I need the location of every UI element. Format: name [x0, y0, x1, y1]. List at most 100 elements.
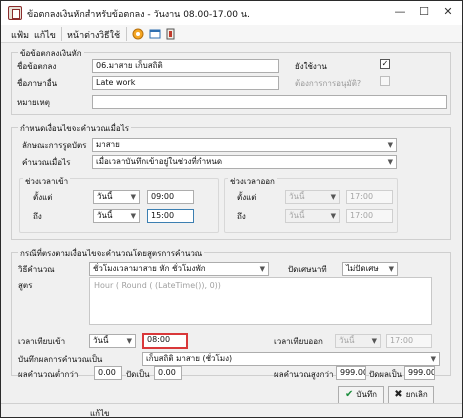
- chevron-down-icon: ▼: [430, 355, 436, 363]
- status-text: แก้ไข: [90, 409, 110, 418]
- rounding-select[interactable]: ไม่ปัดเศษ ▼: [342, 262, 398, 276]
- general-group: ข้อข้อตกลงเงินหัก ชื่อข้อตกลง 06.มาสาย เ…: [11, 47, 451, 115]
- name-field[interactable]: 06.มาสาย เก็บสถิติ: [92, 59, 279, 73]
- status-bar: แก้ไข: [1, 403, 462, 418]
- form-content: ข้อข้อตกลงเงินหัก ชื่อข้อตกลง 06.มาสาย เ…: [5, 44, 458, 404]
- out-to-day-select[interactable]: วันนี้ ▼: [285, 209, 340, 223]
- app-window: ข้อตกลงเงินหักสำหรับข้อตกลง - วันงาน 08.…: [0, 0, 463, 418]
- menu-edit[interactable]: แก้ไข: [34, 28, 56, 42]
- name-label: ชื่อข้อตกลง: [17, 62, 57, 71]
- max-label: ผลคำนวณสูงกว่า: [274, 368, 334, 381]
- cancel-button-label: ยกเลิก: [405, 390, 428, 399]
- out-to-time-field[interactable]: 17:00: [346, 209, 393, 223]
- compare-out-day-select[interactable]: วันนี้ ▼: [335, 334, 381, 348]
- in-to-time-field[interactable]: 15:00: [147, 209, 194, 223]
- in-to-day-value: วันนี้: [97, 211, 113, 220]
- chevron-down-icon: ▼: [387, 158, 393, 166]
- in-from-day-value: วันนี้: [97, 192, 113, 201]
- save-as-label: บันทึกผลการคำนวณเป็น: [18, 355, 103, 364]
- method-label: วิธีคำนวณ: [18, 265, 55, 274]
- card-type-label: ลักษณะการรูดบัตร: [22, 141, 87, 150]
- door-exit-icon[interactable]: [165, 28, 177, 40]
- chevron-down-icon: ▼: [371, 337, 377, 345]
- save-button[interactable]: ✔ บันทึก: [338, 386, 384, 404]
- chevron-down-icon: ▼: [130, 193, 136, 201]
- compare-in-time-field[interactable]: 08:00: [142, 333, 188, 349]
- approval-checkbox[interactable]: [380, 76, 390, 86]
- minimize-icon[interactable]: —: [388, 3, 412, 21]
- calc-when-value: เมื่อเวลาบันทึกเข้าอยู่ในช่วงที่กำหนด: [96, 157, 223, 166]
- max-round-label: ปัดผลเป็น: [369, 368, 403, 381]
- approval-label: ต้องการการอนุมัติ?: [295, 79, 362, 88]
- menu-separator: [61, 27, 62, 41]
- close-x-icon: ✖: [394, 389, 403, 400]
- window-icon[interactable]: [149, 28, 161, 40]
- max-field[interactable]: 999.00: [336, 366, 366, 380]
- out-to-label: ถึง: [237, 212, 246, 221]
- maximize-icon[interactable]: ☐: [412, 3, 436, 21]
- compare-out-time-field[interactable]: 17:00: [386, 334, 432, 348]
- compare-in-label: เวลาเทียบเข้า: [18, 337, 66, 346]
- method-select[interactable]: ชั่วโมงเวลามาสาย หัก ชั่วโมงพัก ▼: [89, 262, 269, 276]
- help-circle-icon[interactable]: [132, 28, 144, 40]
- save-button-label: บันทึก: [356, 390, 378, 399]
- out-from-day-value: วันนี้: [289, 192, 305, 201]
- rounding-value: ไม่ปัดเศษ: [346, 264, 379, 273]
- in-from-day-select[interactable]: วันนี้ ▼: [93, 190, 140, 204]
- chevron-down-icon: ▼: [259, 265, 265, 273]
- conditions-group-title: กำหนดเงื่อนไขจะคำนวณเมื่อไร: [18, 122, 132, 135]
- menu-file[interactable]: แฟ้ม: [11, 28, 29, 42]
- note-label: หมายเหตุ: [17, 98, 50, 107]
- save-as-select[interactable]: เก็บสถิติ มาสาย (ชั่วโมง) ▼: [142, 352, 440, 366]
- rounding-label: ปัดเศษนาที: [288, 265, 327, 274]
- formula-group: กรณีที่ตรงตามเงื่อนไขจะคำนวณโดยสูตรการคำ…: [11, 247, 451, 381]
- chevron-down-icon: ▼: [330, 193, 336, 201]
- eng-name-field[interactable]: Late work: [92, 76, 279, 90]
- chevron-down-icon: ▼: [330, 212, 336, 220]
- formula-label: สูตร: [18, 281, 33, 290]
- out-to-day-value: วันนี้: [289, 211, 305, 220]
- cancel-button[interactable]: ✖ ยกเลิก: [388, 386, 434, 404]
- app-icon: [8, 6, 22, 20]
- chevron-down-icon: ▼: [130, 212, 136, 220]
- min-field[interactable]: 0.00: [94, 366, 122, 380]
- compare-out-day-value: วันนี้: [339, 336, 355, 345]
- menu-bar: แฟ้ม แก้ไข หน้าต่าง วิธีใช้: [1, 25, 462, 43]
- card-type-value: มาสาย: [96, 140, 120, 149]
- compare-in-day-select[interactable]: วันนี้ ▼: [89, 334, 136, 348]
- menu-help[interactable]: วิธีใช้: [99, 28, 120, 42]
- card-type-select[interactable]: มาสาย ▼: [92, 138, 397, 152]
- min-label: ผลคำนวณต่ำกว่า: [18, 368, 79, 381]
- in-range-title: ช่วงเวลาเข้า: [23, 175, 71, 188]
- calc-when-select[interactable]: เมื่อเวลาบันทึกเข้าอยู่ในช่วงที่กำหนด ▼: [92, 155, 397, 169]
- in-to-day-select[interactable]: วันนี้ ▼: [93, 209, 140, 223]
- calc-when-label: คำนวณเมื่อไร: [22, 158, 71, 167]
- general-group-title: ข้อข้อตกลงเงินหัก: [18, 47, 84, 60]
- checkmark-icon: ✔: [344, 389, 354, 400]
- in-to-label: ถึง: [33, 212, 42, 221]
- active-label: ยังใช้งาน: [295, 62, 327, 71]
- min-round-label: ปัดเป็น: [126, 368, 150, 381]
- in-from-time-field[interactable]: 09:00: [147, 190, 194, 204]
- compare-out-label: เวลาเทียบออก: [274, 337, 323, 346]
- eng-name-label: ชื่อภาษาอื่น: [17, 79, 58, 88]
- close-icon[interactable]: ✕: [436, 3, 460, 21]
- min-round-field[interactable]: 0.00: [154, 366, 182, 380]
- out-range-title: ช่วงเวลาออก: [228, 175, 277, 188]
- window-title: ข้อตกลงเงินหักสำหรับข้อตกลง - วันงาน 08.…: [27, 10, 250, 20]
- in-from-label: ตั้งแต่: [33, 193, 53, 202]
- menu-window[interactable]: หน้าต่าง: [67, 28, 99, 42]
- active-checkbox[interactable]: ✓: [380, 59, 390, 69]
- menu-separator: [126, 27, 127, 41]
- note-field[interactable]: [92, 95, 447, 109]
- compare-in-day-value: วันนี้: [93, 336, 109, 345]
- formula-group-title: กรณีที่ตรงตามเงื่อนไขจะคำนวณโดยสูตรการคำ…: [18, 247, 205, 260]
- max-round-field[interactable]: 999.00: [404, 366, 435, 380]
- chevron-down-icon: ▼: [388, 265, 394, 273]
- out-from-day-select[interactable]: วันนี้ ▼: [285, 190, 340, 204]
- out-from-label: ตั้งแต่: [237, 193, 257, 202]
- formula-textarea[interactable]: Hour ( Round ( (LateTime()), 0)): [89, 277, 432, 325]
- chevron-down-icon: ▼: [387, 141, 393, 149]
- save-as-value: เก็บสถิติ มาสาย (ชั่วโมง): [146, 354, 233, 363]
- out-from-time-field[interactable]: 17:00: [346, 190, 393, 204]
